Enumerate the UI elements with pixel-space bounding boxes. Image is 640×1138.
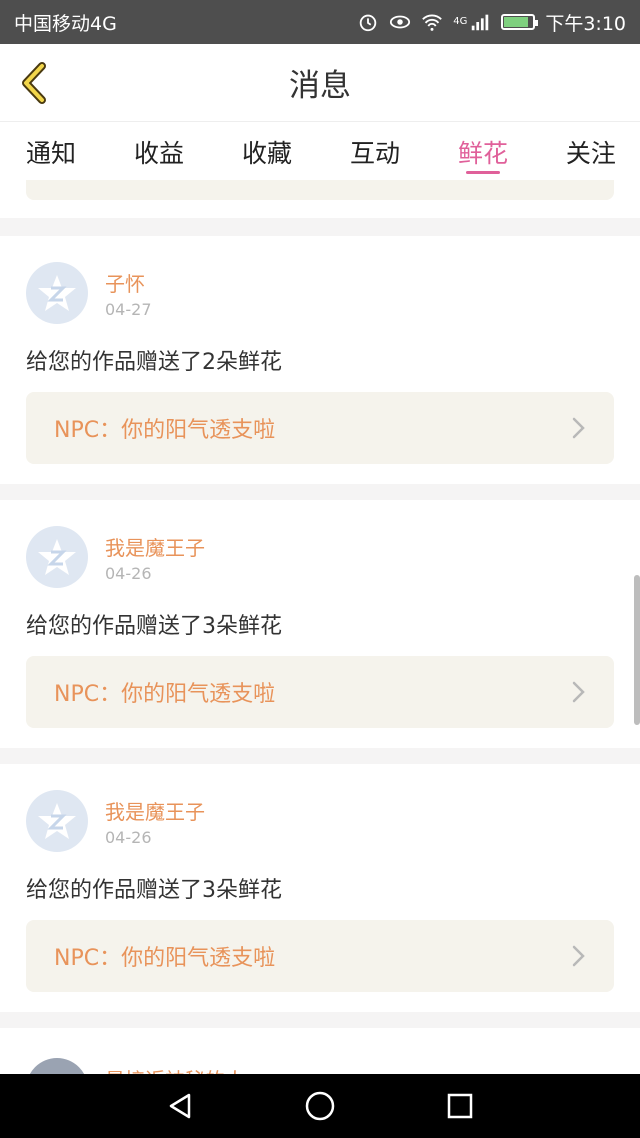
eye-icon [390, 15, 411, 29]
clock-label: 下午3:10 [545, 12, 626, 35]
triangle-back-icon [169, 1093, 191, 1119]
scrollbar[interactable] [634, 575, 640, 725]
message-date: 04-26 [105, 564, 152, 583]
tab-following[interactable]: 关注 [566, 122, 616, 180]
tab-label: 鲜花 [457, 139, 508, 168]
work-title: NPC：你的阳气透支啦 [54, 418, 276, 443]
active-tab-indicator [465, 171, 500, 174]
default-avatar-icon [38, 275, 76, 311]
tab-label: 收藏 [241, 139, 292, 168]
message-date: 04-27 [105, 300, 152, 319]
avatar[interactable] [26, 790, 88, 852]
tab-label: 收益 [133, 139, 184, 168]
default-avatar-icon [38, 803, 76, 839]
sender-name[interactable]: 子怀 [105, 268, 145, 297]
avatar[interactable] [26, 526, 88, 588]
header: 消息 [0, 44, 640, 122]
list-item: 我是魔王子 04-26 给您的作品赠送了3朵鲜花 NPC：你的阳气透支啦 [0, 500, 640, 748]
status-bar: 中国移动4G 4G 下午3:10 [0, 0, 640, 44]
message-date: 04-26 [105, 828, 152, 847]
work-title: NPC：你的阳气透支啦 [54, 682, 276, 707]
network-type-label: 4G [453, 15, 468, 27]
tab-favorites[interactable]: 收藏 [242, 122, 292, 180]
carrier-label: 中国移动4G [14, 12, 117, 35]
list-item: 子怀 04-27 给您的作品赠送了2朵鲜花 NPC：你的阳气透支啦 [0, 236, 640, 484]
tab-bar: 通知 收益 收藏 互动 鲜花 关注 [0, 122, 640, 180]
nav-back-button[interactable] [158, 1084, 202, 1128]
avatar[interactable] [26, 1058, 88, 1074]
work-title: NPC：你的阳气透支啦 [54, 946, 276, 971]
message-text: 给您的作品赠送了2朵鲜花 [26, 350, 282, 375]
square-recents-icon [447, 1093, 473, 1119]
work-link[interactable]: NPC：你的阳气透支啦 [26, 656, 614, 728]
wifi-icon [422, 14, 443, 31]
message-list[interactable]: 子怀 04-27 给您的作品赠送了2朵鲜花 NPC：你的阳气透支啦 我是魔王子 … [0, 180, 640, 1074]
previous-message-partial [0, 180, 640, 218]
nav-recents-button[interactable] [438, 1084, 482, 1128]
work-link[interactable]: NPC：你的阳气透支啦 [26, 920, 614, 992]
message-text: 给您的作品赠送了3朵鲜花 [26, 878, 282, 903]
page-title: 消息 [289, 68, 351, 104]
chevron-right-icon [572, 417, 585, 439]
status-icons: 4G 下午3:10 [357, 9, 626, 36]
chevron-right-icon [572, 681, 585, 703]
list-item: 我是魔王子 04-26 给您的作品赠送了3朵鲜花 NPC：你的阳气透支啦 [0, 764, 640, 1012]
signal-icon [472, 14, 489, 31]
avatar[interactable] [26, 262, 88, 324]
battery-icon [501, 14, 539, 30]
quote-box-partial [26, 180, 614, 200]
sender-name[interactable]: 最接近神秘的人 [105, 1064, 245, 1074]
tab-label: 互动 [349, 139, 400, 168]
back-chevron-icon[interactable] [14, 58, 58, 108]
tab-interactions[interactable]: 互动 [350, 122, 400, 180]
circle-home-icon [305, 1091, 335, 1121]
alarm-icon [359, 14, 377, 32]
tab-earnings[interactable]: 收益 [134, 122, 184, 180]
tab-notifications[interactable]: 通知 [26, 122, 76, 180]
sender-name[interactable]: 我是魔王子 [105, 796, 205, 825]
message-text: 给您的作品赠送了3朵鲜花 [26, 614, 282, 639]
tab-label: 关注 [565, 139, 616, 168]
list-item-partial: 最接近神秘的人 [0, 1028, 640, 1074]
chevron-right-icon [572, 945, 585, 967]
default-avatar-icon [38, 539, 76, 575]
nav-home-button[interactable] [298, 1084, 342, 1128]
sender-name[interactable]: 我是魔王子 [105, 532, 205, 561]
tab-flowers[interactable]: 鲜花 [458, 122, 508, 180]
work-link[interactable]: NPC：你的阳气透支啦 [26, 392, 614, 464]
system-nav-bar [0, 1074, 640, 1138]
tab-label: 通知 [26, 139, 77, 168]
